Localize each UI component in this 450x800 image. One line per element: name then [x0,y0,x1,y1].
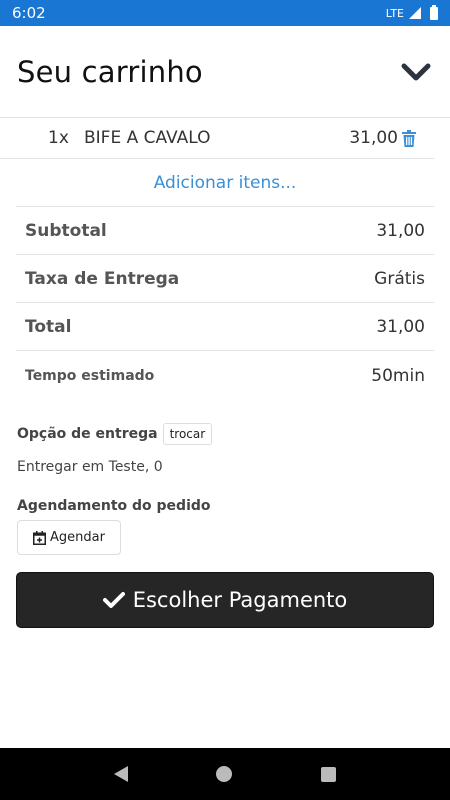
cart-header: Seu carrinho [0,26,450,118]
chevron-down-icon [401,63,431,80]
subtotal-row: Subtotal 31,00 [16,207,434,255]
calendar-plus-icon [33,530,47,545]
item-price: 31,00 [349,128,398,148]
cart-item: 1x BIFE A CAVALO 31,00 [0,118,434,159]
android-nav-bar [0,748,450,800]
home-icon[interactable] [216,766,233,782]
total-row: Total 31,00 [16,303,434,351]
check-icon [102,592,125,608]
schedule-button-label: Agendar [50,530,105,545]
cart-content: 1x BIFE A CAVALO 31,00 Adicionar itens..… [0,118,450,555]
recent-apps-icon[interactable] [320,766,336,782]
subtotal-value: 31,00 [376,220,425,241]
add-items-link[interactable]: Adicionar itens... [16,159,434,207]
estimated-time-value: 50min [371,366,425,386]
network-label: LTE [385,6,404,20]
schedule-label: Agendamento do pedido [17,498,211,514]
page-title: Seu carrinho [17,54,203,89]
swap-delivery-button[interactable]: trocar [162,423,213,445]
signal-icon [409,7,421,19]
delivery-fee-value: Grátis [374,268,425,289]
choose-payment-label: Escolher Pagamento [132,588,348,612]
total-label: Total [25,316,72,337]
delivery-option-label: Opção de entrega [17,426,158,442]
subtotal-label: Subtotal [25,220,107,241]
delete-item-button[interactable] [402,129,418,147]
schedule-button[interactable]: Agendar [17,520,121,555]
choose-payment-button[interactable]: Escolher Pagamento [16,572,434,628]
delivery-fee-label: Taxa de Entrega [25,268,180,289]
delivery-option: Opção de entrega trocar [17,423,433,445]
delivery-address: Entregar em Teste, 0 [17,459,163,475]
status-time: 6:02 [12,4,46,22]
back-icon[interactable] [114,766,129,782]
item-quantity: 1x [48,128,69,148]
trash-icon [402,129,416,147]
delivery-fee-row: Taxa de Entrega Grátis [16,255,434,303]
estimated-time-label: Tempo estimado [25,368,155,384]
status-icons: LTE [385,4,438,20]
estimated-time-row: Tempo estimado 50min [16,351,434,401]
battery-icon [430,4,438,20]
total-value: 31,00 [376,316,425,337]
item-name: BIFE A CAVALO [84,128,211,148]
collapse-cart-button[interactable] [398,54,434,90]
status-bar: 6:02 LTE [0,0,450,26]
delivery-section: Opção de entrega trocar Entregar em Test… [0,423,450,555]
